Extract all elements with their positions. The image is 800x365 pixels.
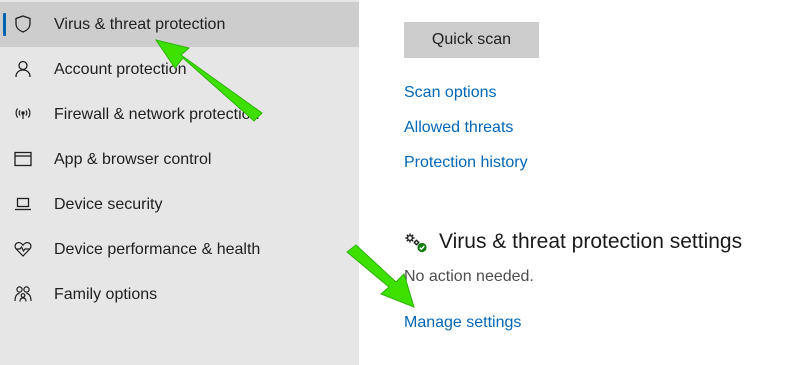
sidebar-item-label: Account protection [54, 60, 187, 78]
scan-options-link[interactable]: Scan options [404, 84, 497, 102]
main-content: Quick scan Scan options Allowed threats … [359, 0, 800, 365]
sidebar-nav: Virus & threat protection Account protec… [0, 0, 359, 365]
sidebar-item-device-performance[interactable]: Device performance & health [0, 227, 359, 272]
sidebar-item-device-security[interactable]: Device security [0, 182, 359, 227]
quick-scan-button[interactable]: Quick scan [404, 22, 539, 58]
sidebar-item-app-browser-control[interactable]: App & browser control [0, 137, 359, 182]
sidebar-item-account-protection[interactable]: Account protection [0, 47, 359, 92]
sidebar-item-virus-threat-protection[interactable]: Virus & threat protection [0, 2, 359, 47]
family-icon [12, 283, 34, 305]
sidebar-item-label: Family options [54, 285, 158, 303]
allowed-threats-link[interactable]: Allowed threats [404, 119, 513, 137]
shield-icon [12, 13, 34, 35]
sidebar-item-label: Device security [54, 195, 163, 213]
status-text: No action needed. [404, 268, 534, 285]
sidebar-item-family-options[interactable]: Family options [0, 272, 359, 317]
protection-history-link[interactable]: Protection history [404, 154, 528, 172]
sidebar-item-label: Device performance & health [54, 240, 261, 258]
sidebar-item-label: Firewall & network protection [54, 105, 260, 123]
sidebar-item-firewall[interactable]: Firewall & network protection [0, 92, 359, 137]
laptop-icon [12, 193, 34, 215]
person-icon [12, 58, 34, 80]
app-window-icon [12, 148, 34, 170]
wifi-signal-icon [12, 103, 34, 125]
sidebar-item-label: App & browser control [54, 150, 212, 168]
manage-settings-link[interactable]: Manage settings [404, 314, 521, 332]
gears-check-icon [404, 232, 428, 254]
active-indicator [3, 13, 6, 36]
sidebar-item-label: Virus & threat protection [54, 15, 226, 33]
heart-pulse-icon [12, 238, 34, 260]
section-title: Virus & threat protection settings [439, 230, 743, 253]
